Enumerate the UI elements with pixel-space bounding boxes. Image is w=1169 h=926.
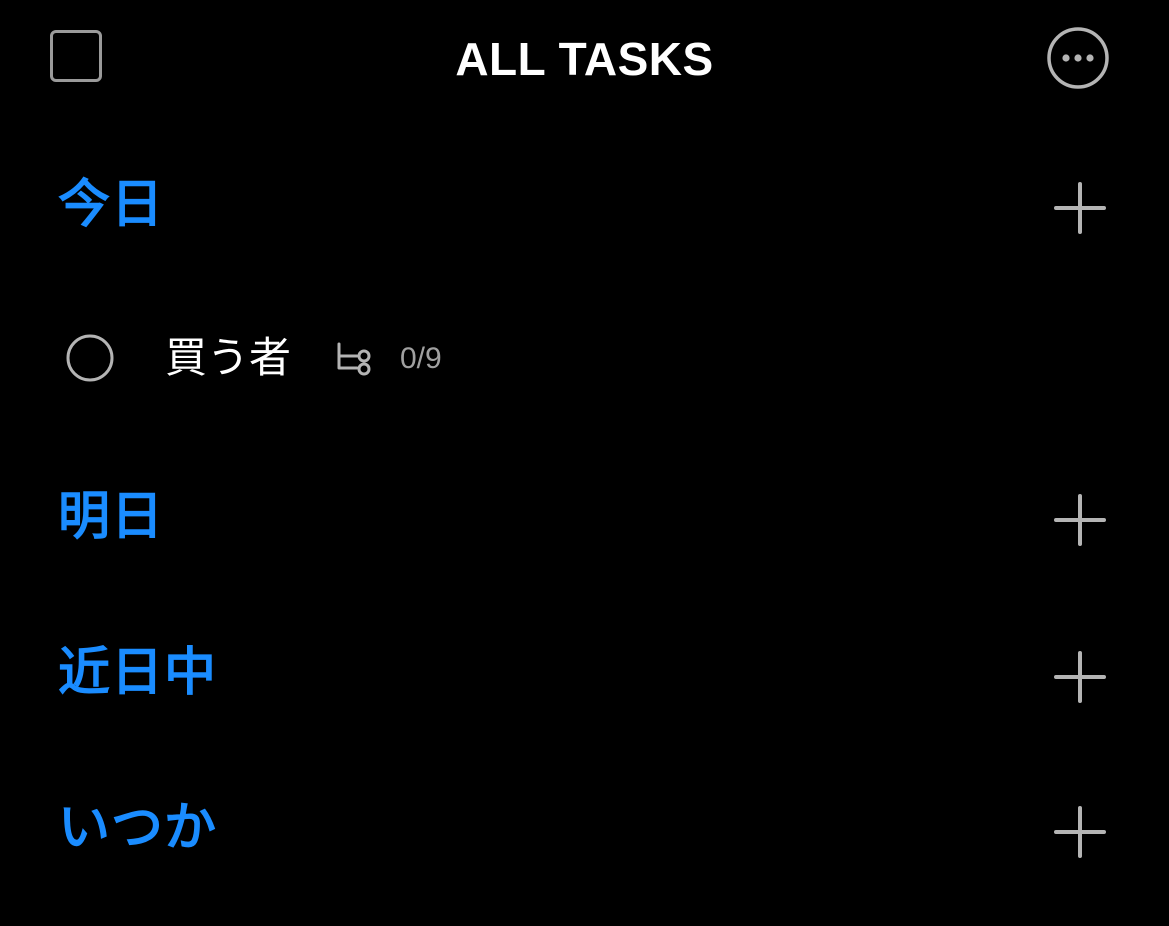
section-title-today: 今日 (58, 175, 165, 235)
add-task-upcoming-plus-icon[interactable] (1052, 649, 1108, 705)
page-title: ALL TASKS (455, 33, 714, 85)
add-task-tomorrow-plus-icon[interactable] (1052, 492, 1108, 548)
section-title-upcoming: 近日中 (58, 643, 218, 703)
section-title-tomorrow: 明日 (58, 487, 165, 547)
subtask-icon (337, 342, 371, 376)
task-title[interactable]: 買う者 (165, 332, 291, 384)
add-task-today-plus-icon[interactable] (1052, 180, 1108, 236)
section-title-someday: いつか (58, 798, 218, 858)
more-options-icon[interactable] (1046, 26, 1110, 90)
subtask-count: 0/9 (400, 342, 442, 375)
add-task-someday-plus-icon[interactable] (1052, 804, 1108, 860)
circle-outline-icon[interactable] (66, 334, 114, 382)
task-row[interactable]: 買う者 0/9 (0, 322, 1169, 394)
header-bar: ALL TASKS (0, 0, 1169, 118)
